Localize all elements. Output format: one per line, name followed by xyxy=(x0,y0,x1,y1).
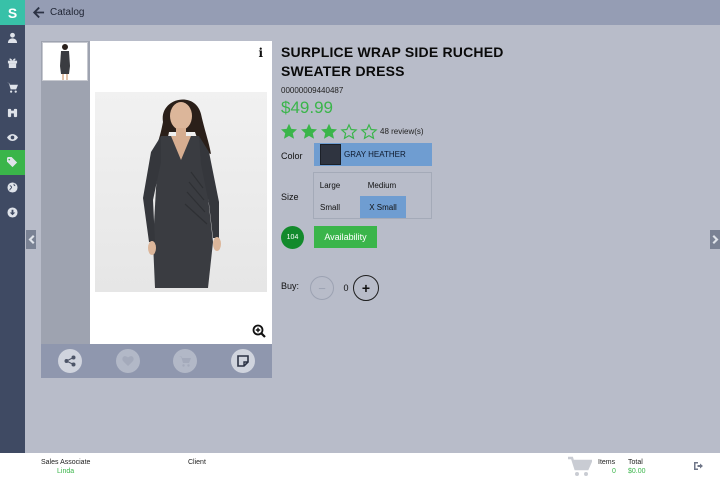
app-logo[interactable]: S xyxy=(0,0,25,25)
favorite-button[interactable] xyxy=(116,349,140,373)
sidebar-item-gift[interactable] xyxy=(0,50,25,75)
availability-button[interactable]: Availability xyxy=(314,226,377,248)
download-icon xyxy=(7,207,18,218)
size-option-medium[interactable]: Medium xyxy=(361,174,403,196)
add-to-cart-button[interactable] xyxy=(173,349,197,373)
size-option-large[interactable]: Large xyxy=(315,174,345,196)
product-photo[interactable] xyxy=(95,92,267,292)
items-count: 0 xyxy=(612,468,616,475)
next-product-button[interactable] xyxy=(710,230,720,249)
product-price: $49.99 xyxy=(281,98,333,117)
gift-icon xyxy=(7,58,18,68)
client-label[interactable]: Client xyxy=(188,459,206,466)
globe-icon xyxy=(7,182,18,193)
eye-icon xyxy=(7,134,18,141)
share-icon xyxy=(64,355,76,367)
quantity-value: 0 xyxy=(343,283,349,293)
size-label: Size xyxy=(281,192,299,202)
sidebar-item-download[interactable] xyxy=(0,200,25,225)
binoculars-icon xyxy=(7,108,18,118)
total-value: $0.00 xyxy=(628,468,646,475)
tags-icon xyxy=(7,157,18,168)
star-filled-icon xyxy=(281,123,297,139)
status-footer: Sales Associate Linda Client Items 0 Tot… xyxy=(0,453,720,480)
heart-icon xyxy=(122,356,134,366)
size-option-x-small[interactable]: X Small xyxy=(360,196,406,218)
size-selector: Large Medium Small X Small xyxy=(313,172,432,219)
page-title: Catalog xyxy=(50,7,85,18)
color-swatch xyxy=(320,144,341,165)
user-icon xyxy=(7,32,18,43)
sidebar-item-eye[interactable] xyxy=(0,125,25,150)
star-outline-icon xyxy=(340,123,358,140)
size-option-small[interactable]: Small xyxy=(315,196,345,218)
sidebar-item-cart[interactable] xyxy=(0,75,25,100)
cart-add-icon xyxy=(179,356,191,367)
star-filled-icon xyxy=(301,123,317,139)
rating-stars: 48 review(s) xyxy=(280,123,424,140)
sales-associate-label: Sales Associate xyxy=(41,459,91,466)
quantity-decrease-button[interactable]: − xyxy=(310,276,334,300)
product-action-bar xyxy=(41,344,272,378)
sidebar-item-binoculars[interactable] xyxy=(0,100,25,125)
info-icon[interactable]: i xyxy=(258,46,263,60)
previous-product-button[interactable] xyxy=(26,230,36,249)
color-option-label: GRAY HEATHER xyxy=(344,150,406,159)
product-title: SURPLICE WRAP SIDE RUCHED SWEATER DRESS xyxy=(281,44,504,79)
share-button[interactable] xyxy=(58,349,82,373)
cart-icon[interactable] xyxy=(568,456,592,477)
dress-model-image xyxy=(143,99,221,288)
star-filled-icon xyxy=(321,123,337,139)
note-icon xyxy=(237,355,249,367)
back-button[interactable] xyxy=(31,6,45,20)
product-sku: 00000009440487 xyxy=(281,86,344,95)
logout-icon[interactable] xyxy=(693,461,703,471)
chevron-left-icon xyxy=(28,235,34,244)
chevron-right-icon xyxy=(712,235,718,244)
top-bar: Catalog xyxy=(25,0,720,25)
product-thumbnail[interactable] xyxy=(42,42,88,81)
sidebar: S xyxy=(0,0,25,453)
star-outline-icon xyxy=(360,123,378,140)
review-count[interactable]: 48 review(s) xyxy=(380,127,424,136)
quantity-increase-button[interactable]: + xyxy=(353,275,379,301)
add-note-button[interactable] xyxy=(231,349,255,373)
sidebar-item-user[interactable] xyxy=(0,25,25,50)
cart-icon xyxy=(7,82,18,93)
buy-label: Buy: xyxy=(281,281,300,291)
thumbnail-strip xyxy=(41,41,90,344)
sidebar-item-tags[interactable] xyxy=(0,150,25,175)
dress-thumbnail-image xyxy=(60,44,70,80)
sales-associate-value[interactable]: Linda xyxy=(57,468,74,475)
zoom-in-icon[interactable] xyxy=(252,324,266,338)
stock-count-badge: 104 xyxy=(281,226,304,249)
sidebar-item-globe[interactable] xyxy=(0,175,25,200)
arrow-left-icon xyxy=(32,6,44,19)
color-option-gray-heather[interactable]: GRAY HEATHER xyxy=(314,143,432,166)
color-label: Color xyxy=(281,151,303,161)
total-label: Total xyxy=(628,459,643,466)
items-label: Items xyxy=(598,459,616,466)
product-image-panel: i xyxy=(90,41,272,344)
